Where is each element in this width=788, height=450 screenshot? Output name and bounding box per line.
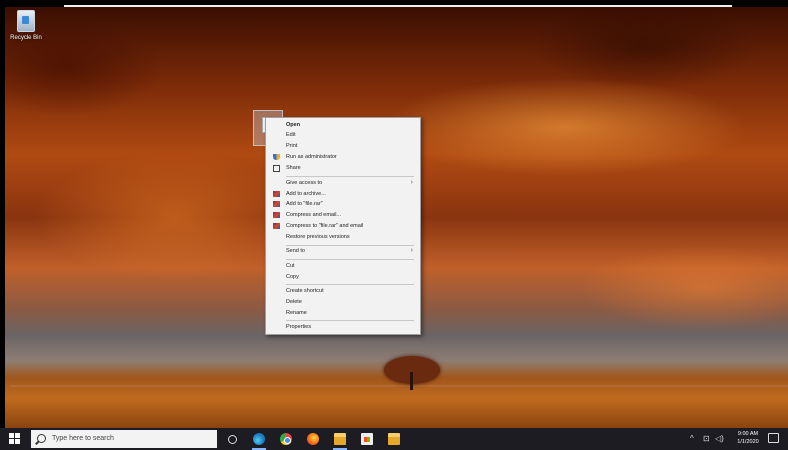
menu-item-run-as-admin[interactable]: Run as administrator	[268, 152, 418, 162]
winrar-icon	[273, 191, 280, 197]
menu-item-cut[interactable]: Cut	[268, 261, 418, 271]
menu-item-share[interactable]: Share	[268, 163, 418, 173]
chrome-browser-icon[interactable]	[280, 433, 292, 445]
menu-item-label: Send to	[286, 248, 305, 254]
menu-item-properties[interactable]: Properties	[268, 322, 418, 332]
file-explorer-icon[interactable]	[334, 433, 346, 445]
menu-item-compress-email[interactable]: Compress and email...	[268, 210, 418, 220]
winrar-icon	[273, 201, 280, 207]
notification-center-icon[interactable]	[768, 433, 779, 443]
clock-date: 1/1/2020	[737, 438, 759, 445]
menu-item-label: Rename	[286, 310, 307, 316]
menu-item-open[interactable]: Open	[268, 120, 418, 130]
menu-item-label: Delete	[286, 299, 302, 305]
taskbar-clock[interactable]: 9:00 AM 1/1/2020	[731, 431, 765, 446]
microsoft-store-icon[interactable]	[361, 433, 373, 445]
tray-chevron-up-icon[interactable]: ^	[690, 431, 694, 447]
menu-item-label: Compress to "file.rar" and email	[286, 223, 364, 229]
menu-item-edit[interactable]: Edit	[268, 130, 418, 140]
menu-separator	[286, 284, 414, 285]
menu-item-label: Print	[286, 143, 298, 149]
menu-item-label: Add to "file.rar"	[286, 201, 323, 207]
menu-separator	[286, 176, 414, 177]
recycle-bin-shortcut[interactable]: Recycle Bin	[8, 8, 44, 41]
network-icon[interactable]: ⊡	[703, 432, 710, 446]
taskbar: Type here to search ^ ⊡ ◁) 9:00 AM 1/1/2…	[0, 428, 788, 450]
menu-item-label: Create shortcut	[286, 288, 324, 294]
menu-separator	[286, 259, 414, 260]
volume-icon[interactable]: ◁)	[715, 432, 724, 446]
menu-item-add-to-rar[interactable]: Add to "file.rar"	[268, 199, 418, 209]
search-icon	[37, 434, 46, 443]
windows-logo-icon	[9, 433, 14, 438]
menu-item-add-to-archive[interactable]: Add to archive...	[268, 189, 418, 199]
menu-item-print[interactable]: Print	[268, 141, 418, 151]
context-menu: Open Edit Print Run as administrator Sha…	[265, 117, 421, 335]
shield-icon	[273, 154, 280, 160]
menu-item-label: Cut	[286, 263, 295, 269]
menu-item-label: Add to archive...	[286, 191, 326, 197]
menu-item-label: Copy	[286, 274, 299, 280]
edge-browser-icon[interactable]	[253, 433, 265, 445]
menu-item-send-to[interactable]: Send to ›	[268, 246, 418, 256]
winrar-icon	[273, 223, 280, 229]
menu-item-label: Run as administrator	[286, 154, 337, 160]
menu-item-label: Restore previous versions	[286, 234, 350, 240]
menu-separator	[286, 320, 414, 321]
menu-item-restore-versions[interactable]: Restore previous versions	[268, 232, 418, 242]
chevron-right-icon: ›	[410, 179, 413, 186]
menu-item-label: Compress and email...	[286, 212, 342, 218]
menu-item-rename[interactable]: Rename	[268, 308, 418, 318]
wallpaper-tree-trunk	[410, 372, 413, 390]
wallpaper-horizon	[10, 385, 788, 387]
search-placeholder: Type here to search	[52, 435, 114, 442]
clock-time: 9:00 AM	[737, 431, 759, 437]
menu-item-label: Share	[286, 165, 301, 171]
taskbar-search-input[interactable]: Type here to search	[31, 430, 217, 448]
menu-item-label: Properties	[286, 324, 312, 330]
menu-item-give-access[interactable]: Give access to ›	[268, 178, 418, 188]
menu-item-delete[interactable]: Delete	[268, 297, 418, 307]
menu-item-label: Edit	[286, 132, 296, 138]
windows-logo-pane	[15, 433, 20, 438]
chevron-right-icon: ›	[410, 247, 413, 254]
menu-item-label: Give access to	[286, 180, 323, 186]
windows-logo-pane	[9, 439, 14, 444]
menu-item-compress-rar-email[interactable]: Compress to "file.rar" and email	[268, 221, 418, 231]
menu-item-copy[interactable]: Copy	[268, 272, 418, 282]
menu-item-label: Open	[286, 122, 301, 128]
folder-icon[interactable]	[388, 433, 400, 445]
share-icon	[273, 165, 280, 172]
recycle-bin-icon	[17, 10, 35, 32]
desktop-screen: Recycle Bin Open Edit Print Run as admin…	[0, 0, 788, 450]
start-button[interactable]	[9, 433, 21, 445]
firefox-browser-icon[interactable]	[307, 433, 319, 445]
menu-item-create-shortcut[interactable]: Create shortcut	[268, 286, 418, 296]
windows-logo-pane	[15, 439, 20, 444]
winrar-icon	[273, 212, 280, 218]
task-view-icon[interactable]	[228, 435, 237, 444]
recycle-bin-label: Recycle Bin	[10, 35, 42, 41]
